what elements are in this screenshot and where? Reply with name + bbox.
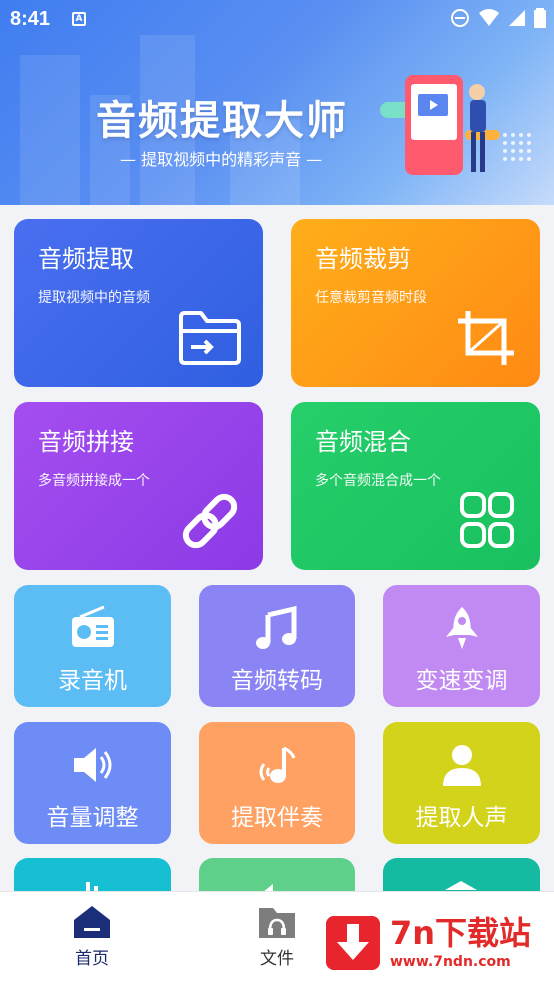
banner-subtitle: — 提取视频中的精彩声音 — (120, 150, 323, 169)
app-screen: 8:41 A 音频提取大师 — 提取视频中的精彩声音 — 音频提取 提取视频中的… (0, 0, 554, 984)
card-title: 音频混合 (315, 428, 411, 456)
wifi-icon (479, 9, 499, 26)
speed-pitch-card[interactable]: 变速变调 (383, 585, 540, 707)
folder-music-icon (259, 908, 295, 938)
radio-icon (71, 605, 114, 647)
person-icon (442, 745, 481, 786)
link-icon (182, 493, 238, 549)
header-banner: 8:41 A 音频提取大师 — 提取视频中的精彩声音 — (0, 0, 554, 205)
extract-vocal-card[interactable]: 提取人声 (383, 722, 540, 844)
folder-import-icon (179, 311, 241, 365)
card-label: 提取伴奏 (231, 805, 323, 831)
status-time: 8:41 (10, 8, 51, 30)
system-icons (450, 8, 546, 28)
home-icon (74, 906, 110, 938)
signal-icon (509, 10, 525, 26)
nav-home-tab[interactable]: 首页 (52, 904, 132, 969)
banner-illustration-icon (380, 75, 531, 175)
audio-extract-card[interactable]: 音频提取 提取视频中的音频 (14, 219, 263, 387)
music-signal-icon (259, 746, 296, 783)
card-label: 变速变调 (415, 668, 508, 694)
extract-accompaniment-card[interactable]: 提取伴奏 (199, 722, 355, 844)
watermark-url: www.7ndn.com (390, 954, 511, 970)
speaker-icon (73, 748, 111, 782)
crop-icon (458, 311, 514, 365)
banner-title: 音频提取大师 (96, 98, 348, 144)
card-description: 多个音频混合成一个 (315, 473, 441, 489)
watermark: 7n下载站 www.7ndn.com (320, 898, 550, 978)
card-label: 音频转码 (231, 668, 323, 694)
volume-card[interactable]: 音量调整 (14, 722, 171, 844)
do-not-disturb-icon (451, 9, 469, 27)
card-title: 音频裁剪 (315, 245, 411, 273)
battery-icon (534, 8, 546, 28)
audio-cut-card[interactable]: 音频裁剪 任意裁剪音频时段 (291, 219, 540, 387)
download-arrow-icon (326, 916, 380, 970)
card-description: 多音频拼接成一个 (38, 473, 150, 489)
audio-mix-card[interactable]: 音频混合 多个音频混合成一个 (291, 402, 540, 570)
nav-files-tab[interactable]: 文件 (237, 904, 317, 969)
watermark-title: 7n下载站 (390, 914, 532, 952)
nav-files-label: 文件 (260, 949, 294, 969)
notification-icon: A (72, 12, 86, 26)
card-title: 音频拼接 (38, 428, 134, 456)
audio-join-card[interactable]: 音频拼接 多音频拼接成一个 (14, 402, 263, 570)
home-shape-icon (445, 881, 477, 890)
transcode-card[interactable]: 音频转码 (199, 585, 355, 707)
rocket-icon (445, 607, 478, 649)
card-description: 提取视频中的音频 (38, 290, 150, 306)
card-description: 任意裁剪音频时段 (315, 290, 427, 306)
status-bar: 8:41 A (0, 0, 554, 38)
card-label: 音量调整 (46, 805, 139, 831)
recorder-card[interactable]: 录音机 (14, 585, 171, 707)
music-note-icon (256, 605, 297, 649)
banner-decoration (20, 55, 80, 205)
card-label: 提取人声 (415, 805, 508, 831)
grid-icon (460, 492, 514, 548)
card-title: 音频提取 (38, 245, 134, 273)
card-label: 录音机 (58, 668, 127, 694)
nav-home-label: 首页 (75, 949, 109, 969)
